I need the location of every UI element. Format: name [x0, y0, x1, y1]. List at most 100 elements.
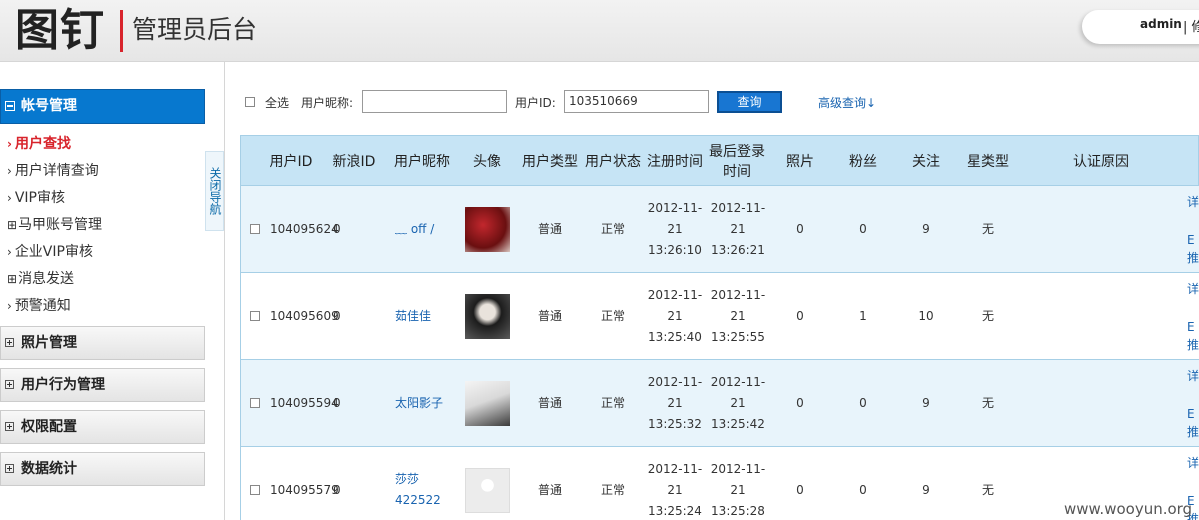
user-nickname-link[interactable]: 莎莎422522 — [395, 447, 457, 520]
expand-icon — [5, 380, 14, 389]
userid-input[interactable]: 103510669 — [564, 90, 709, 113]
expand-icon — [5, 464, 14, 473]
arrow-icon: › — [7, 164, 12, 178]
table-row: 104095594 0 太阳影子 普通 正常 2012-11-21 13:25:… — [240, 360, 1199, 447]
sina-id: 0 — [333, 395, 341, 410]
sidebar-item-vest-accounts[interactable]: ⊞马甲账号管理 — [7, 214, 102, 234]
last-login-time: 2012-11-21 13:25:42 — [710, 374, 766, 431]
column-header: 用户ID — [269, 153, 313, 170]
follow-count: 9 — [922, 482, 930, 497]
select-all-label: 全选 — [265, 96, 290, 110]
row-actions[interactable]: 详 E 推 — [1187, 186, 1199, 272]
user-id: 104095579 — [270, 482, 339, 497]
user-status: 正常 — [600, 308, 625, 323]
sina-id: 0 — [333, 308, 341, 323]
sidebar-group-permissions[interactable]: 权限配置 — [0, 410, 205, 444]
follow-count: 9 — [922, 221, 930, 236]
sidebar-group-statistics[interactable]: 数据统计 — [0, 452, 205, 486]
row-checkbox[interactable] — [250, 224, 260, 234]
verify-reason — [1061, 273, 1141, 359]
user-nickname-link[interactable]: ﹏ off / — [395, 186, 457, 272]
photo-count: 0 — [796, 221, 804, 236]
sina-id: 0 — [333, 221, 341, 236]
user-nickname-link[interactable]: 太阳影子 — [395, 360, 457, 446]
register-time: 2012-11-21 13:25:24 — [647, 461, 703, 518]
user-type: 普通 — [537, 395, 562, 410]
user-status: 正常 — [600, 221, 625, 236]
nickname-input[interactable] — [362, 90, 507, 113]
row-checkbox[interactable] — [250, 311, 260, 321]
expand-icon — [5, 338, 14, 347]
fan-count: 0 — [859, 482, 867, 497]
sidebar-item-vip-review[interactable]: › VIP审核 — [7, 187, 65, 207]
photo-count: 0 — [796, 482, 804, 497]
column-header: 头像 — [473, 153, 501, 170]
table-row: 104095609 0 茹佳佳 普通 正常 2012-11-21 13:25:4… — [240, 273, 1199, 360]
sina-id: 0 — [333, 482, 341, 497]
photo-count: 0 — [796, 308, 804, 323]
register-time: 2012-11-21 13:25:32 — [647, 374, 703, 431]
user-id: 104095609 — [270, 308, 339, 323]
sidebar-group-photos[interactable]: 照片管理 — [0, 326, 205, 360]
sidebar: 帐号管理 › 用户查找 › 用户详情查询 › VIP审核 ⊞马甲账号管理 › 企业VIP… — [0, 62, 225, 520]
table-row: 104095624 0 ﹏ off / 普通 正常 2012-11-21 13:… — [240, 186, 1199, 273]
star-type: 无 — [981, 482, 994, 497]
expand-icon: ⊞ — [7, 272, 18, 286]
avatar[interactable] — [464, 380, 510, 426]
avatar[interactable] — [464, 293, 510, 339]
row-actions[interactable]: 详 E 推 — [1187, 360, 1199, 446]
column-header: 用户类型 — [522, 153, 578, 170]
user-type: 普通 — [537, 482, 562, 497]
sidebar-group-label: 帐号管理 — [21, 98, 77, 114]
select-all-checkbox[interactable] — [245, 97, 255, 107]
row-actions[interactable]: 详 E 推 — [1187, 273, 1199, 359]
user-menu-link[interactable]: | 修 — [1183, 16, 1199, 35]
star-type: 无 — [981, 308, 994, 323]
arrow-icon: › — [7, 191, 12, 205]
arrow-icon: › — [7, 299, 12, 313]
user-nickname-link[interactable]: 茹佳佳 — [395, 273, 457, 359]
sidebar-item-messages[interactable]: ⊞消息发送 — [7, 268, 74, 288]
register-time: 2012-11-21 13:26:10 — [647, 200, 703, 257]
query-button[interactable]: 查询 — [717, 91, 782, 113]
sidebar-group-account[interactable]: 帐号管理 — [0, 89, 205, 124]
table-row: 104095579 0 莎莎422522 普通 正常 2012-11-21 13… — [240, 447, 1199, 520]
user-type: 普通 — [537, 308, 562, 323]
user-id: 104095594 — [270, 395, 339, 410]
last-login-time: 2012-11-21 13:25:55 — [710, 287, 766, 344]
watermark: www.wooyun.org — [1064, 500, 1193, 518]
fan-count: 1 — [859, 308, 867, 323]
logo: 图钉 — [15, 5, 105, 56]
photo-count: 0 — [796, 395, 804, 410]
sidebar-group-user-behavior[interactable]: 用户行为管理 — [0, 368, 205, 402]
column-header: 新浪ID — [332, 153, 376, 170]
avatar[interactable] — [464, 206, 510, 252]
close-nav-button[interactable]: 关闭导航 — [205, 151, 224, 231]
sidebar-item-enterprise-vip[interactable]: › 企业VIP审核 — [7, 241, 93, 261]
username[interactable]: admin — [1140, 17, 1182, 31]
register-time: 2012-11-21 13:25:40 — [647, 287, 703, 344]
avatar[interactable] — [464, 467, 510, 513]
verify-reason — [1061, 360, 1141, 446]
advanced-search-link[interactable]: 高级查询↓ — [818, 94, 876, 111]
sidebar-item-user-search[interactable]: › 用户查找 — [7, 133, 71, 153]
star-type: 无 — [981, 395, 994, 410]
row-checkbox[interactable] — [250, 485, 260, 495]
last-login-time: 2012-11-21 13:25:28 — [710, 461, 766, 518]
column-header: 照片 — [786, 153, 814, 170]
arrow-icon: › — [7, 137, 12, 151]
sidebar-item-alerts[interactable]: › 预警通知 — [7, 295, 71, 315]
fan-count: 0 — [859, 395, 867, 410]
column-header: 星类型 — [967, 153, 1009, 170]
search-bar: 全选 用户昵称: 用户ID: 103510669 查询 高级查询↓ — [240, 88, 1199, 116]
verify-reason — [1061, 186, 1141, 272]
user-type: 普通 — [537, 221, 562, 236]
collapse-icon — [5, 101, 15, 111]
table-header: 用户ID 新浪ID 用户昵称 头像 用户类型 用户状态 注册时间 最后登录时间 … — [240, 135, 1199, 186]
user-status: 正常 — [600, 482, 625, 497]
sidebar-item-user-detail[interactable]: › 用户详情查询 — [7, 160, 99, 180]
top-header: 图钉 管理员后台 admin | 修 — [0, 0, 1199, 62]
row-checkbox[interactable] — [250, 398, 260, 408]
column-header: 注册时间 — [647, 153, 703, 170]
star-type: 无 — [981, 221, 994, 236]
